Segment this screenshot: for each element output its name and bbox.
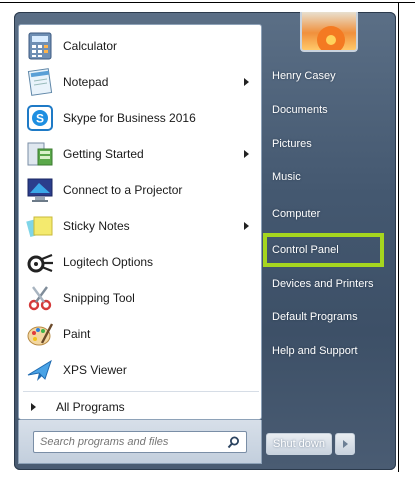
svg-text:S: S [36, 112, 44, 126]
program-label: Sticky Notes [63, 219, 130, 233]
program-label: Skype for Business 2016 [63, 111, 196, 125]
xps-viewer-icon [25, 355, 55, 385]
search-icon[interactable] [227, 436, 240, 449]
program-label: Connect to a Projector [63, 183, 183, 197]
program-paint[interactable]: Paint [19, 317, 261, 351]
calculator-icon [25, 31, 55, 61]
search-area [18, 420, 262, 464]
shutdown-options-arrow-icon[interactable] [335, 433, 355, 455]
getting-started-icon [25, 139, 55, 169]
program-sticky-notes[interactable]: Sticky Notes [19, 209, 261, 243]
programs-pane: Calculator Notepad S Skype for Business … [18, 24, 262, 420]
notepad-icon [25, 67, 55, 97]
divider [23, 391, 259, 392]
program-label: XPS Viewer [63, 363, 127, 377]
all-programs-button[interactable]: All Programs [19, 395, 261, 419]
user-picture-avatar[interactable] [300, 12, 358, 52]
program-skype[interactable]: S Skype for Business 2016 [19, 101, 261, 135]
control-panel-highlight [263, 233, 384, 267]
computer-link[interactable]: Computer [272, 208, 320, 220]
music-link[interactable]: Music [272, 171, 301, 183]
devices-and-printers-link[interactable]: Devices and Printers [272, 278, 374, 290]
submenu-arrow-icon[interactable] [244, 150, 249, 158]
program-calculator[interactable]: Calculator [19, 29, 261, 63]
shutdown-button[interactable]: Shut down [266, 433, 332, 455]
program-projector[interactable]: Connect to a Projector [19, 173, 261, 207]
program-notepad[interactable]: Notepad [19, 65, 261, 99]
help-and-support-link[interactable]: Help and Support [272, 345, 358, 357]
search-input[interactable] [40, 436, 220, 448]
program-getting-started[interactable]: Getting Started [19, 137, 261, 171]
program-label: Getting Started [63, 147, 144, 161]
all-programs-label: All Programs [56, 400, 125, 414]
scissors-icon [25, 283, 55, 313]
program-label: Logitech Options [63, 255, 154, 269]
program-xps-viewer[interactable]: XPS Viewer [19, 353, 261, 387]
user-name-link[interactable]: Henry Casey [272, 70, 336, 82]
projector-icon [25, 175, 55, 205]
program-label: Paint [63, 327, 91, 341]
top-border-line [0, 2, 415, 3]
paint-palette-icon [25, 319, 55, 349]
submenu-arrow-icon[interactable] [244, 222, 249, 230]
right-border-line [398, 2, 399, 472]
expand-arrow-icon [31, 403, 36, 411]
pictures-link[interactable]: Pictures [272, 138, 312, 150]
skype-icon: S [25, 103, 55, 133]
logitech-icon [25, 247, 55, 277]
program-snipping-tool[interactable]: Snipping Tool [19, 281, 261, 315]
program-logitech-options[interactable]: Logitech Options [19, 245, 261, 279]
program-label: Calculator [63, 39, 118, 53]
submenu-arrow-icon[interactable] [244, 78, 249, 86]
documents-link[interactable]: Documents [272, 104, 328, 116]
search-box[interactable] [33, 431, 247, 453]
program-label: Snipping Tool [63, 291, 135, 305]
default-programs-link[interactable]: Default Programs [272, 311, 358, 323]
program-label: Notepad [63, 75, 109, 89]
sticky-notes-icon [25, 211, 55, 241]
